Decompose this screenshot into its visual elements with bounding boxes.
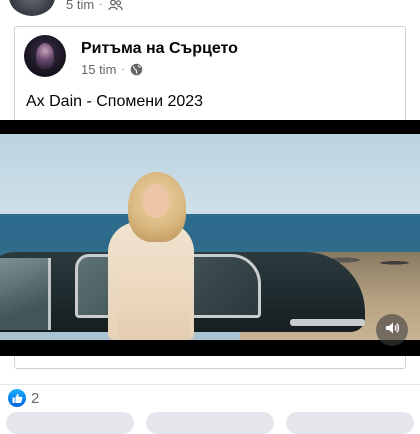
shared-post-meta: 15 tim ·: [81, 62, 143, 77]
page-avatar[interactable]: [24, 35, 66, 77]
avatar[interactable]: [9, 0, 55, 16]
volume-icon: [384, 320, 400, 341]
reactions-summary[interactable]: 2: [8, 389, 39, 407]
meta-separator: ·: [121, 64, 125, 75]
globe-icon[interactable]: [130, 63, 143, 76]
divider: [0, 384, 420, 385]
outer-post-meta: 5 tim ·: [66, 0, 123, 12]
post-time[interactable]: 5 tim: [66, 0, 94, 12]
video-car-window: [0, 258, 51, 330]
video-player[interactable]: [0, 120, 420, 356]
action-button[interactable]: [286, 412, 414, 434]
meta-separator: ·: [99, 0, 103, 10]
video-person-face: [143, 184, 169, 218]
post-time[interactable]: 15 tim: [81, 62, 116, 77]
action-button[interactable]: [146, 412, 274, 434]
action-button[interactable]: [6, 412, 134, 434]
post-text: Ax Dain - Спомени 2023: [26, 93, 204, 110]
page-name[interactable]: Ритъма на Сърцето: [81, 40, 238, 58]
video-person-skirt: [118, 274, 190, 340]
like-icon: [8, 389, 26, 407]
mute-button[interactable]: [376, 314, 408, 346]
reaction-count[interactable]: 2: [31, 390, 39, 407]
outer-post-header: 5 tim ·: [0, 0, 420, 18]
video-car-bumper: [290, 319, 365, 326]
video-frame[interactable]: [0, 134, 420, 340]
friends-icon[interactable]: [107, 0, 123, 11]
